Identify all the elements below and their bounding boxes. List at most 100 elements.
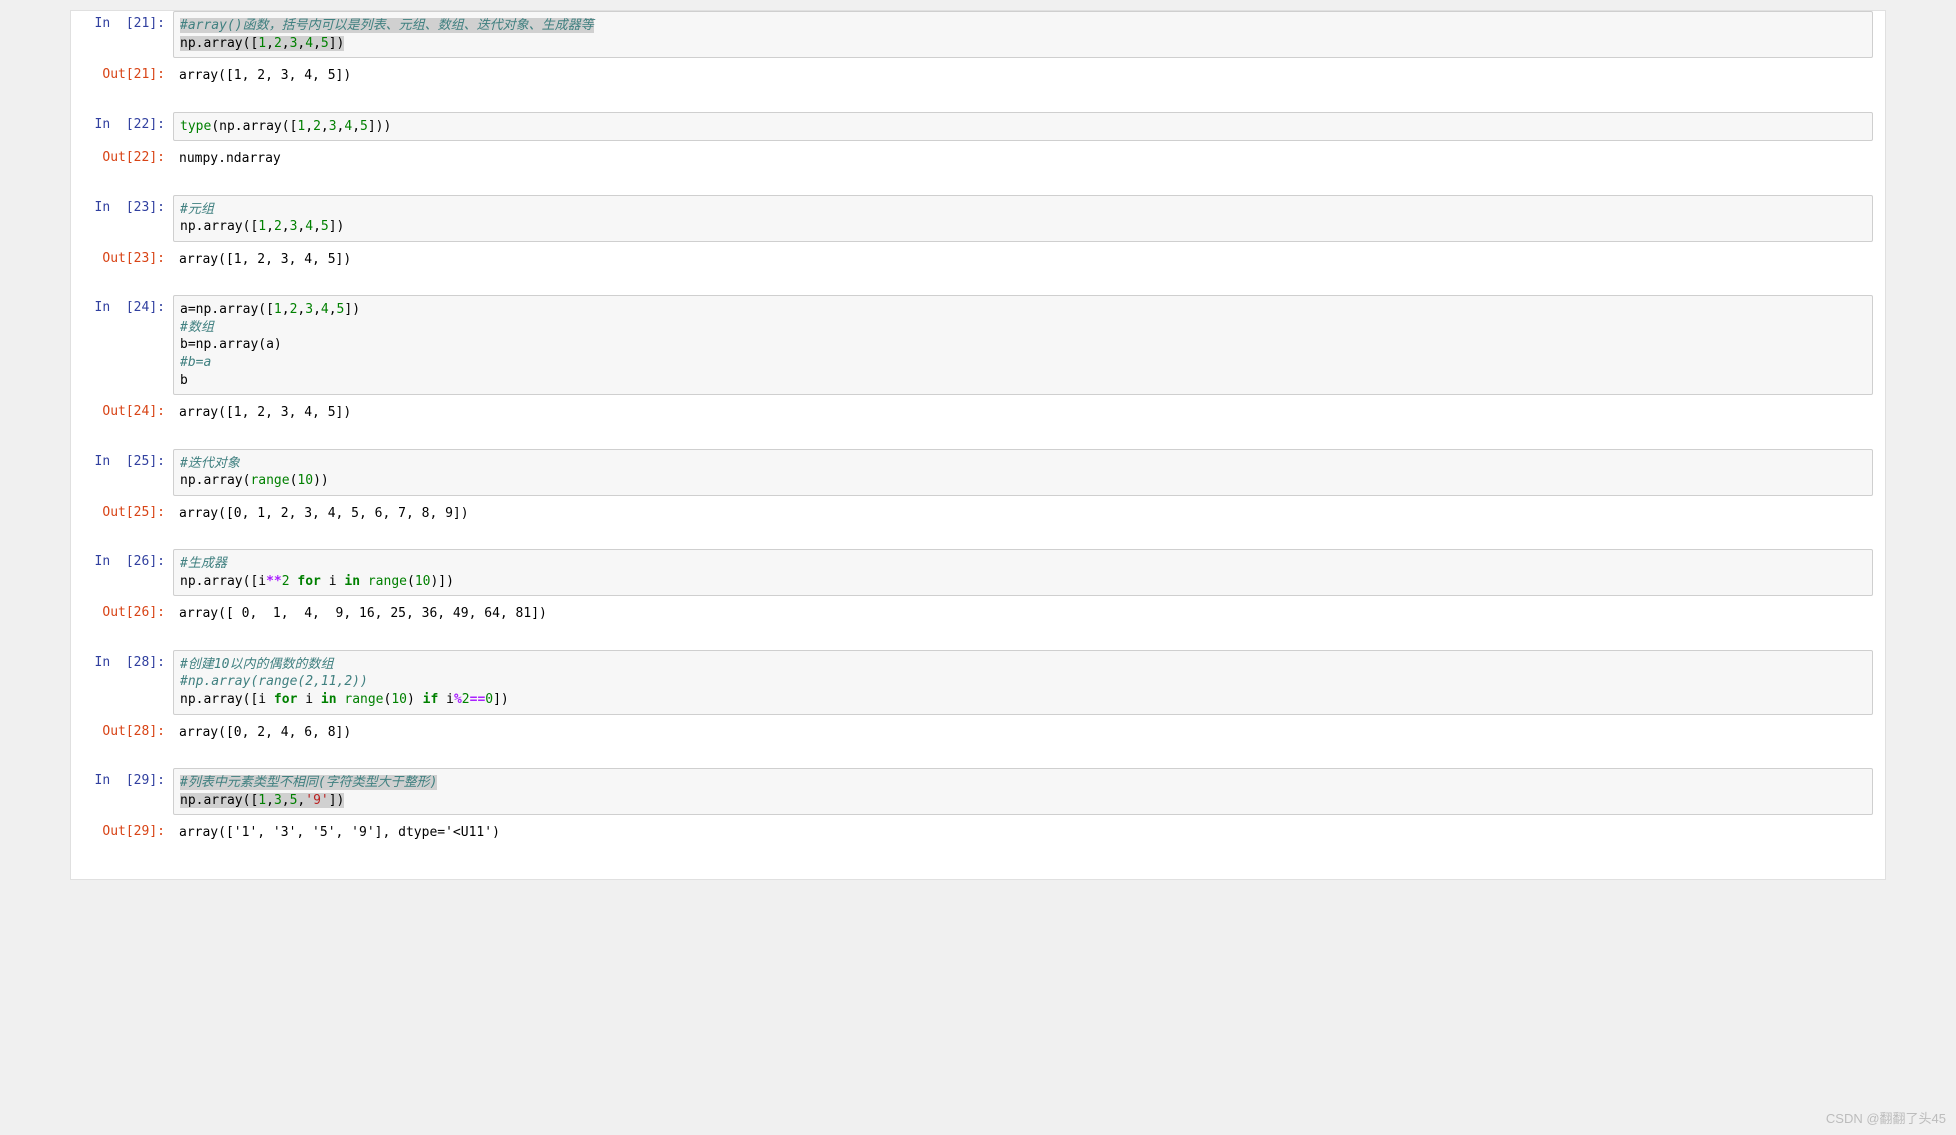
out-prompt: Out[28]:: [83, 719, 173, 744]
code-token: ,: [282, 219, 290, 234]
code-token: (np.array([: [211, 119, 297, 134]
code-token: ]): [493, 692, 509, 707]
code-token: 2: [313, 119, 321, 134]
code-token: np.array([: [180, 219, 258, 234]
in-prompt: In [28]:: [83, 650, 173, 675]
in-prompt: In [23]:: [83, 195, 173, 220]
code-token: a=np.array([: [180, 302, 274, 317]
code-token: i: [297, 692, 320, 707]
code-token: 2: [274, 36, 282, 51]
code-token: i: [438, 692, 454, 707]
code-token: ]): [329, 219, 345, 234]
code-token: #数组: [180, 320, 214, 335]
code-token: 5: [321, 36, 329, 51]
code-token: 10: [415, 574, 431, 589]
code-token: #b=a: [180, 355, 211, 370]
code-token: #列表中元素类型不相同(字符类型大于整形): [180, 775, 437, 790]
code-token: )]): [430, 574, 453, 589]
code-token: #迭代对象: [180, 456, 240, 471]
code-token: ,: [282, 36, 290, 51]
code-token: np.array([: [180, 36, 258, 51]
code-token: )): [313, 473, 329, 488]
code-input[interactable]: a=np.array([1,2,3,4,5]) #数组 b=np.array(a…: [173, 295, 1873, 395]
code-token: range: [344, 692, 383, 707]
code-token: i: [321, 574, 344, 589]
code-token: #array()函数，括号内可以是列表、元组、数组、迭代对象、生成器等: [180, 18, 594, 33]
code-token: ): [407, 692, 423, 707]
code-token: if: [423, 692, 439, 707]
code-token: range: [368, 574, 407, 589]
code-pre: #元组 np.array([1,2,3,4,5]): [180, 201, 1866, 236]
code-token: 5: [360, 119, 368, 134]
code-token: ,: [282, 793, 290, 808]
code-token: 5: [321, 219, 329, 234]
code-token: 4: [305, 219, 313, 234]
watermark-text: CSDN @翻翻了头45: [1826, 1108, 1946, 1127]
code-cell: In [29]: #列表中元素类型不相同(字符类型大于整形) np.array([…: [83, 768, 1873, 847]
code-token: ,: [266, 219, 274, 234]
code-token: b=np.array(a): [180, 337, 282, 352]
code-token: %: [454, 692, 462, 707]
code-cell: In [23]: #元组 np.array([1,2,3,4,5]) Out[23]…: [83, 195, 1873, 274]
in-prompt: In [26]:: [83, 549, 173, 574]
code-token: ]): [329, 793, 345, 808]
code-token: ,: [352, 119, 360, 134]
output-text: array([1, 2, 3, 4, 5]): [173, 399, 1873, 427]
in-prompt: In [21]:: [83, 11, 173, 36]
out-prompt: Out[24]:: [83, 399, 173, 424]
code-pre: #array()函数，括号内可以是列表、元组、数组、迭代对象、生成器等 np.a…: [180, 17, 1866, 52]
code-token: ])): [368, 119, 391, 134]
code-token: 4: [305, 36, 313, 51]
code-token: ,: [282, 302, 290, 317]
code-token: #np.array(range(2,11,2)): [180, 674, 368, 689]
code-token: 2: [282, 574, 290, 589]
output-text: array([ 0, 1, 4, 9, 16, 25, 36, 49, 64, …: [173, 600, 1873, 628]
code-token: b: [180, 373, 188, 388]
code-token: np.array([i: [180, 574, 266, 589]
code-pre: a=np.array([1,2,3,4,5]) #数组 b=np.array(a…: [180, 301, 1866, 389]
code-token: 1: [258, 219, 266, 234]
code-input[interactable]: #列表中元素类型不相同(字符类型大于整形) np.array([1,3,5,'9…: [173, 768, 1873, 815]
code-token: ]): [329, 36, 345, 51]
in-prompt: In [25]:: [83, 449, 173, 474]
code-pre: type(np.array([1,2,3,4,5])): [180, 118, 1866, 136]
code-token: #生成器: [180, 556, 227, 571]
code-token: range: [250, 473, 289, 488]
code-token: #创建10以内的偶数的数组: [180, 657, 333, 672]
code-input[interactable]: #元组 np.array([1,2,3,4,5]): [173, 195, 1873, 242]
out-prompt: Out[21]:: [83, 62, 173, 87]
code-input[interactable]: #迭代对象 np.array(range(10)): [173, 449, 1873, 496]
code-input[interactable]: #生成器 np.array([i**2 for i in range(10)]): [173, 549, 1873, 596]
code-cell: In [28]: #创建10以内的偶数的数组 #np.array(range(2,…: [83, 650, 1873, 746]
code-token: 3: [274, 793, 282, 808]
output-text: array([0, 1, 2, 3, 4, 5, 6, 7, 8, 9]): [173, 500, 1873, 528]
in-prompt: In [29]:: [83, 768, 173, 793]
output-text: array([1, 2, 3, 4, 5]): [173, 246, 1873, 274]
code-input[interactable]: #array()函数，括号内可以是列表、元组、数组、迭代对象、生成器等 np.a…: [173, 11, 1873, 58]
output-text: numpy.ndarray: [173, 145, 1873, 173]
code-input[interactable]: type(np.array([1,2,3,4,5])): [173, 112, 1873, 142]
code-token: for: [274, 692, 297, 707]
code-token: ,: [313, 302, 321, 317]
output-text: array([0, 2, 4, 6, 8]): [173, 719, 1873, 747]
out-prompt: Out[26]:: [83, 600, 173, 625]
out-prompt: Out[29]:: [83, 819, 173, 844]
code-token: in: [344, 574, 360, 589]
code-token: ,: [313, 36, 321, 51]
code-token: 0: [485, 692, 493, 707]
code-token: ,: [313, 219, 321, 234]
code-token: ]): [344, 302, 360, 317]
code-token: 1: [258, 36, 266, 51]
code-token: for: [297, 574, 320, 589]
in-prompt: In [22]:: [83, 112, 173, 137]
code-cell: In [25]:#迭代对象 np.array(range(10))Out[25]…: [83, 449, 1873, 528]
code-token: 1: [258, 793, 266, 808]
code-token: 10: [391, 692, 407, 707]
code-token: 10: [297, 473, 313, 488]
code-pre: #列表中元素类型不相同(字符类型大于整形) np.array([1,3,5,'9…: [180, 774, 1866, 809]
code-token: 2: [274, 219, 282, 234]
code-pre: #创建10以内的偶数的数组 #np.array(range(2,11,2)) n…: [180, 656, 1866, 709]
code-input[interactable]: #创建10以内的偶数的数组 #np.array(range(2,11,2)) n…: [173, 650, 1873, 715]
out-prompt: Out[23]:: [83, 246, 173, 271]
jupyter-notebook: In [21]: #array()函数，括号内可以是列表、元组、数组、迭代对象、生…: [70, 10, 1886, 880]
